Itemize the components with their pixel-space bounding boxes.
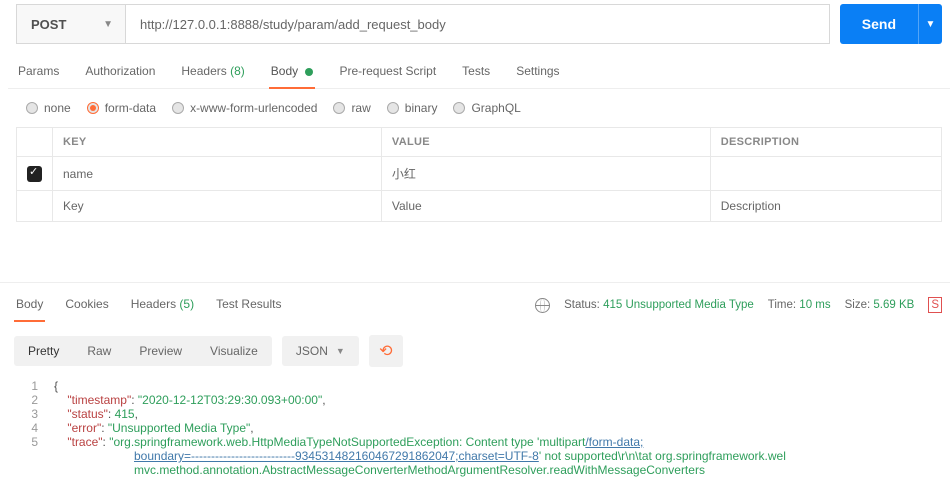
url-input[interactable] — [126, 4, 830, 44]
desc-input[interactable]: Description — [711, 190, 941, 221]
response-body[interactable]: 1{ 2 "timestamp": "2020-12-12T03:29:30.0… — [0, 375, 950, 481]
checkbox-checked-icon[interactable] — [27, 166, 42, 182]
radio-binary[interactable]: binary — [387, 101, 438, 115]
send-dropdown-button[interactable]: ▼ — [918, 4, 942, 44]
radio-icon — [26, 102, 38, 114]
view-mode-group: Pretty Raw Preview Visualize — [14, 336, 272, 366]
resp-tab-headers[interactable]: Headers (5) — [129, 289, 196, 321]
radio-none[interactable]: none — [26, 101, 71, 115]
send-button[interactable]: Send — [840, 4, 918, 44]
tab-body[interactable]: Body — [269, 56, 316, 88]
col-value: VALUE — [382, 128, 711, 156]
format-select[interactable]: JSON ▼ — [282, 336, 359, 366]
save-response-button[interactable]: S — [928, 297, 942, 313]
radio-icon — [172, 102, 184, 114]
http-method-select[interactable]: POST ▼ — [16, 4, 126, 44]
radio-form-data[interactable]: form-data — [87, 101, 156, 115]
dot-icon — [305, 68, 313, 76]
resp-tab-cookies[interactable]: Cookies — [63, 289, 110, 321]
tab-params[interactable]: Params — [16, 56, 61, 88]
radio-graphql[interactable]: GraphQL — [453, 101, 520, 115]
tab-prerequest[interactable]: Pre-request Script — [337, 56, 438, 88]
radio-urlencoded[interactable]: x-www-form-urlencoded — [172, 101, 317, 115]
value-input[interactable]: Value — [382, 190, 711, 221]
globe-icon[interactable] — [535, 298, 550, 313]
view-preview-button[interactable]: Preview — [125, 336, 196, 366]
resp-tab-tests[interactable]: Test Results — [214, 289, 283, 321]
chevron-down-icon: ▼ — [336, 346, 345, 356]
size-meta: Size: 5.69 KB — [845, 299, 915, 311]
view-raw-button[interactable]: Raw — [73, 336, 125, 366]
table-row-empty: Key Value Description — [17, 190, 941, 221]
table-row: name 小红 — [17, 156, 941, 190]
key-input[interactable]: Key — [53, 190, 382, 221]
radio-icon — [333, 102, 345, 114]
wrap-lines-button[interactable]: ⟲ — [369, 335, 403, 367]
radio-icon — [453, 102, 465, 114]
key-cell[interactable]: name — [53, 156, 382, 190]
tab-authorization[interactable]: Authorization — [83, 56, 157, 88]
radio-icon — [387, 102, 399, 114]
col-key: KEY — [53, 128, 382, 156]
value-cell[interactable]: 小红 — [382, 156, 711, 190]
tab-tests[interactable]: Tests — [460, 56, 492, 88]
view-pretty-button[interactable]: Pretty — [14, 336, 73, 366]
tab-headers[interactable]: Headers (8) — [179, 56, 246, 88]
desc-cell[interactable] — [711, 156, 941, 190]
resp-tab-body[interactable]: Body — [14, 289, 45, 321]
form-data-table: KEY VALUE DESCRIPTION name 小红 Key Value … — [16, 127, 942, 222]
chevron-down-icon: ▼ — [103, 19, 113, 30]
radio-icon — [87, 102, 99, 114]
status-meta: Status: 415 Unsupported Media Type — [564, 299, 754, 311]
time-meta: Time: 10 ms — [768, 299, 831, 311]
radio-raw[interactable]: raw — [333, 101, 370, 115]
tab-settings[interactable]: Settings — [514, 56, 561, 88]
http-method-label: POST — [31, 17, 66, 32]
view-visualize-button[interactable]: Visualize — [196, 336, 272, 366]
col-description: DESCRIPTION — [711, 128, 941, 156]
